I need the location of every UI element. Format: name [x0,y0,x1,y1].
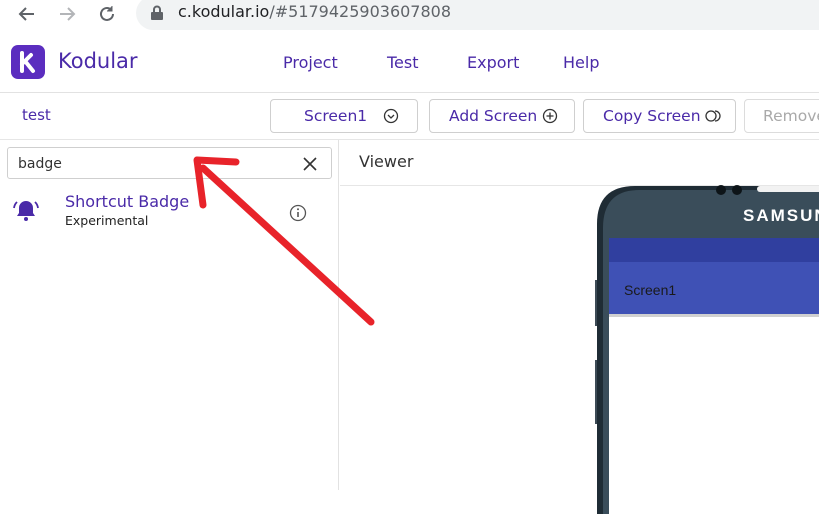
menu-project[interactable]: Project [283,53,338,72]
palette-search-input[interactable] [18,152,288,176]
remove-screen-button[interactable]: Remove [744,99,819,133]
menu-export[interactable]: Export [467,53,519,72]
browser-toolbar: c.kodular.io/#5179425903607808 [0,0,819,32]
app-header: Kodular Project Test Export Help [0,32,819,93]
add-circle-icon [542,108,558,124]
chevron-down-icon [383,108,399,124]
viewer-title: Viewer [359,152,414,171]
phone-screen-title: Screen1 [624,282,677,298]
kodular-logo-icon [11,45,45,79]
palette-search-box [7,147,332,179]
project-name: test [22,106,51,124]
forward-arrow-icon[interactable] [54,1,80,27]
palette-item-shortcut-badge[interactable]: Shortcut Badge Experimental [0,188,339,238]
designer-toolbar: test Screen1 Add Screen Copy Screen Remo… [0,93,819,140]
add-screen-button[interactable]: Add Screen [429,99,575,133]
remove-screen-label: Remove [763,107,819,125]
info-icon[interactable] [289,204,307,226]
palette-panel: Shortcut Badge Experimental [0,140,339,490]
phone-mockup [595,185,819,514]
reload-icon[interactable] [94,1,120,27]
copy-screen-button[interactable]: Copy Screen [583,99,736,133]
bell-icon [13,197,39,227]
palette-item-title: Shortcut Badge [65,192,190,211]
phone-brand-label: SAMSUNG [743,206,819,225]
url-text: c.kodular.io/#5179425903607808 [178,2,452,21]
screen-select-label: Screen1 [304,107,368,125]
address-bar[interactable]: c.kodular.io/#5179425903607808 [136,0,819,30]
palette-item-subtitle: Experimental [65,213,149,228]
close-icon[interactable] [303,156,317,175]
viewer-panel: Viewer SAMSUNG Screen1 [340,140,819,514]
viewer-header: Viewer [340,140,819,186]
brand-name: Kodular [58,49,138,73]
lock-icon [150,5,164,25]
menu-help[interactable]: Help [563,53,599,72]
add-screen-label: Add Screen [449,107,538,125]
screen-select-button[interactable]: Screen1 [270,99,418,133]
copy-icon [704,108,723,124]
menu-test[interactable]: Test [387,53,419,72]
copy-screen-label: Copy Screen [603,107,701,125]
back-arrow-icon[interactable] [14,1,40,27]
